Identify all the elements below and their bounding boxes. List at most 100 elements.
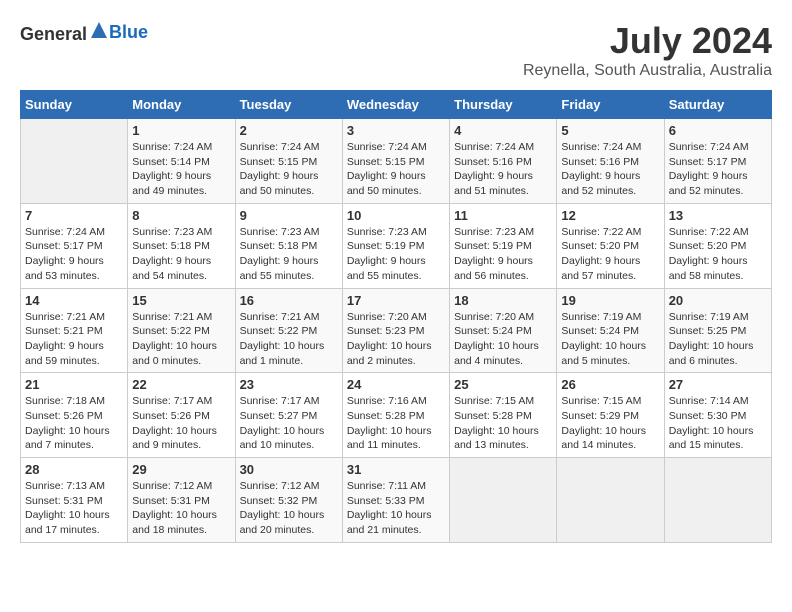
day-info: Sunrise: 7:24 AMSunset: 5:16 PMDaylight:…: [454, 140, 552, 199]
day-number: 21: [25, 377, 123, 392]
calendar-cell: 19 Sunrise: 7:19 AMSunset: 5:24 PMDayligh…: [557, 288, 664, 373]
day-info: Sunrise: 7:17 AMSunset: 5:27 PMDaylight:…: [240, 394, 338, 453]
calendar-cell: 7 Sunrise: 7:24 AMSunset: 5:17 PMDaylight…: [21, 203, 128, 288]
day-info: Sunrise: 7:16 AMSunset: 5:28 PMDaylight:…: [347, 394, 445, 453]
calendar-table: SundayMondayTuesdayWednesdayThursdayFrid…: [20, 90, 772, 543]
calendar-cell: [557, 458, 664, 543]
day-info: Sunrise: 7:21 AMSunset: 5:21 PMDaylight:…: [25, 310, 123, 369]
day-info: Sunrise: 7:19 AMSunset: 5:24 PMDaylight:…: [561, 310, 659, 369]
calendar-cell: 5 Sunrise: 7:24 AMSunset: 5:16 PMDaylight…: [557, 119, 664, 204]
day-number: 7: [25, 208, 123, 223]
header-day-friday: Friday: [557, 91, 664, 119]
day-info: Sunrise: 7:21 AMSunset: 5:22 PMDaylight:…: [132, 310, 230, 369]
day-number: 14: [25, 293, 123, 308]
day-number: 10: [347, 208, 445, 223]
day-number: 30: [240, 462, 338, 477]
header-day-thursday: Thursday: [450, 91, 557, 119]
week-row-2: 7 Sunrise: 7:24 AMSunset: 5:17 PMDaylight…: [21, 203, 772, 288]
day-number: 17: [347, 293, 445, 308]
calendar-cell: 6Sunrise: 7:24 AMSunset: 5:17 PMDaylight…: [664, 119, 771, 204]
day-number: 13: [669, 208, 767, 223]
day-number: 3: [347, 123, 445, 138]
day-info: Sunrise: 7:24 AMSunset: 5:14 PMDaylight:…: [132, 140, 230, 199]
day-info: Sunrise: 7:21 AMSunset: 5:22 PMDaylight:…: [240, 310, 338, 369]
calendar-cell: 26 Sunrise: 7:15 AMSunset: 5:29 PMDayligh…: [557, 373, 664, 458]
day-info: Sunrise: 7:24 AMSunset: 5:17 PMDaylight:…: [25, 225, 123, 284]
day-number: 26: [561, 377, 659, 392]
calendar-cell: 4 Sunrise: 7:24 AMSunset: 5:16 PMDaylight…: [450, 119, 557, 204]
calendar-cell: 22 Sunrise: 7:17 AMSunset: 5:26 PMDayligh…: [128, 373, 235, 458]
calendar-cell: 28Sunrise: 7:13 AMSunset: 5:31 PMDayligh…: [21, 458, 128, 543]
day-info: Sunrise: 7:11 AMSunset: 5:33 PMDaylight:…: [347, 479, 445, 538]
day-number: 29: [132, 462, 230, 477]
calendar-cell: 9 Sunrise: 7:23 AMSunset: 5:18 PMDaylight…: [235, 203, 342, 288]
day-number: 8: [132, 208, 230, 223]
day-number: 16: [240, 293, 338, 308]
day-number: 4: [454, 123, 552, 138]
day-info: Sunrise: 7:23 AMSunset: 5:19 PMDaylight:…: [454, 225, 552, 284]
calendar-cell: [664, 458, 771, 543]
header-day-monday: Monday: [128, 91, 235, 119]
calendar-cell: 30Sunrise: 7:12 AMSunset: 5:32 PMDayligh…: [235, 458, 342, 543]
page-header: General Blue July 2024 Reynella, South A…: [20, 20, 772, 80]
calendar-cell: 15 Sunrise: 7:21 AMSunset: 5:22 PMDayligh…: [128, 288, 235, 373]
calendar-cell: 29 Sunrise: 7:12 AMSunset: 5:31 PMDayligh…: [128, 458, 235, 543]
header-day-saturday: Saturday: [664, 91, 771, 119]
day-number: 25: [454, 377, 552, 392]
day-info: Sunrise: 7:20 AMSunset: 5:24 PMDaylight:…: [454, 310, 552, 369]
day-number: 15: [132, 293, 230, 308]
day-info: Sunrise: 7:20 AMSunset: 5:23 PMDaylight:…: [347, 310, 445, 369]
header-day-tuesday: Tuesday: [235, 91, 342, 119]
calendar-cell: 10 Sunrise: 7:23 AMSunset: 5:19 PMDayligh…: [342, 203, 449, 288]
week-row-3: 14 Sunrise: 7:21 AMSunset: 5:21 PMDayligh…: [21, 288, 772, 373]
header-day-sunday: Sunday: [21, 91, 128, 119]
day-info: Sunrise: 7:23 AMSunset: 5:19 PMDaylight:…: [347, 225, 445, 284]
day-number: 5: [561, 123, 659, 138]
day-info: Sunrise: 7:13 AMSunset: 5:31 PMDaylight:…: [25, 479, 123, 538]
day-info: Sunrise: 7:17 AMSunset: 5:26 PMDaylight:…: [132, 394, 230, 453]
logo-blue: Blue: [109, 22, 148, 42]
day-info: Sunrise: 7:22 AMSunset: 5:20 PMDaylight:…: [669, 225, 767, 284]
calendar-cell: 1 Sunrise: 7:24 AMSunset: 5:14 PMDaylight…: [128, 119, 235, 204]
day-number: 11: [454, 208, 552, 223]
calendar-cell: 23Sunrise: 7:17 AMSunset: 5:27 PMDayligh…: [235, 373, 342, 458]
calendar-cell: [450, 458, 557, 543]
calendar-cell: 11 Sunrise: 7:23 AMSunset: 5:19 PMDayligh…: [450, 203, 557, 288]
calendar-cell: 27 Sunrise: 7:14 AMSunset: 5:30 PMDayligh…: [664, 373, 771, 458]
day-number: 1: [132, 123, 230, 138]
calendar-cell: 12Sunrise: 7:22 AMSunset: 5:20 PMDayligh…: [557, 203, 664, 288]
day-number: 27: [669, 377, 767, 392]
month-title: July 2024: [523, 20, 772, 62]
calendar-cell: 24Sunrise: 7:16 AMSunset: 5:28 PMDayligh…: [342, 373, 449, 458]
day-info: Sunrise: 7:18 AMSunset: 5:26 PMDaylight:…: [25, 394, 123, 453]
day-number: 22: [132, 377, 230, 392]
header-row: SundayMondayTuesdayWednesdayThursdayFrid…: [21, 91, 772, 119]
calendar-cell: 20Sunrise: 7:19 AMSunset: 5:25 PMDayligh…: [664, 288, 771, 373]
day-info: Sunrise: 7:15 AMSunset: 5:29 PMDaylight:…: [561, 394, 659, 453]
week-row-5: 28Sunrise: 7:13 AMSunset: 5:31 PMDayligh…: [21, 458, 772, 543]
logo-icon: [89, 20, 109, 40]
header-day-wednesday: Wednesday: [342, 91, 449, 119]
location-title: Reynella, South Australia, Australia: [523, 62, 772, 80]
day-info: Sunrise: 7:23 AMSunset: 5:18 PMDaylight:…: [240, 225, 338, 284]
calendar-cell: [21, 119, 128, 204]
day-info: Sunrise: 7:22 AMSunset: 5:20 PMDaylight:…: [561, 225, 659, 284]
day-number: 31: [347, 462, 445, 477]
day-info: Sunrise: 7:15 AMSunset: 5:28 PMDaylight:…: [454, 394, 552, 453]
day-number: 9: [240, 208, 338, 223]
day-number: 18: [454, 293, 552, 308]
day-info: Sunrise: 7:24 AMSunset: 5:16 PMDaylight:…: [561, 140, 659, 199]
calendar-cell: 3Sunrise: 7:24 AMSunset: 5:15 PMDaylight…: [342, 119, 449, 204]
calendar-cell: 13 Sunrise: 7:22 AMSunset: 5:20 PMDayligh…: [664, 203, 771, 288]
week-row-1: 1 Sunrise: 7:24 AMSunset: 5:14 PMDaylight…: [21, 119, 772, 204]
calendar-cell: 14 Sunrise: 7:21 AMSunset: 5:21 PMDayligh…: [21, 288, 128, 373]
day-number: 20: [669, 293, 767, 308]
day-info: Sunrise: 7:24 AMSunset: 5:17 PMDaylight:…: [669, 140, 767, 199]
day-number: 19: [561, 293, 659, 308]
calendar-cell: 17 Sunrise: 7:20 AMSunset: 5:23 PMDayligh…: [342, 288, 449, 373]
day-info: Sunrise: 7:12 AMSunset: 5:31 PMDaylight:…: [132, 479, 230, 538]
calendar-cell: 21 Sunrise: 7:18 AMSunset: 5:26 PMDayligh…: [21, 373, 128, 458]
day-info: Sunrise: 7:14 AMSunset: 5:30 PMDaylight:…: [669, 394, 767, 453]
title-section: July 2024 Reynella, South Australia, Aus…: [523, 20, 772, 80]
day-info: Sunrise: 7:23 AMSunset: 5:18 PMDaylight:…: [132, 225, 230, 284]
